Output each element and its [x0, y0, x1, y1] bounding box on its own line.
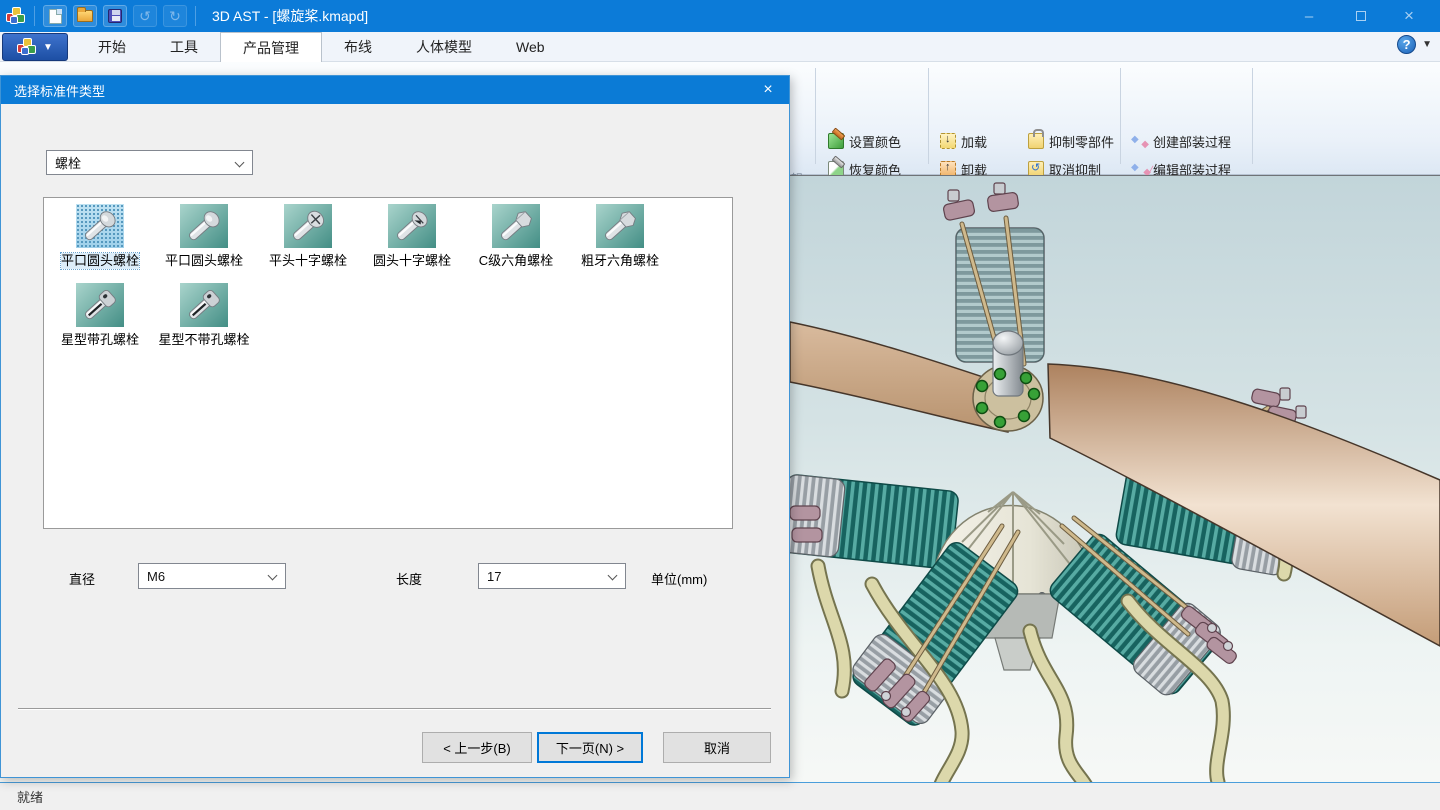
- unit-label: 单位(mm): [651, 569, 707, 588]
- ribbon-separator: [815, 68, 816, 164]
- length-label: 长度: [396, 569, 422, 588]
- suppress-icon: [1028, 133, 1044, 149]
- ribbon-separator: [1252, 68, 1253, 164]
- back-button[interactable]: < 上一步(B): [422, 732, 532, 763]
- close-button[interactable]: ×: [1386, 0, 1432, 32]
- bolt-thumbnail-icon: [596, 204, 644, 248]
- application-menu-button[interactable]: ▼: [2, 33, 68, 61]
- diameter-value: M6: [147, 569, 165, 584]
- maximize-button[interactable]: [1338, 0, 1384, 32]
- dialog-titlebar[interactable]: 选择标准件类型: [1, 76, 789, 104]
- window-titlebar: ↺ ↻ 3D AST - [螺旋桨.kmapd] – ×: [0, 0, 1440, 32]
- bolt-thumbnail-icon: [492, 204, 540, 248]
- bolt-thumbnail-icon: [180, 204, 228, 248]
- bolt-type-item[interactable]: C级六角螺栓: [464, 204, 568, 269]
- dialog-separator: [18, 708, 771, 709]
- tab-tools[interactable]: 工具: [148, 32, 220, 62]
- tab-web[interactable]: Web: [494, 32, 567, 62]
- tab-routing[interactable]: 布线: [322, 32, 394, 62]
- redo-icon: ↻: [169, 9, 181, 23]
- bolt-type-listbox: 平口圆头螺栓 平口圆头螺栓 平头十字螺栓 圆头十字螺栓 C级六角螺栓 粗牙六角螺…: [43, 197, 733, 529]
- chevron-down-icon: [608, 571, 618, 581]
- tab-start[interactable]: 开始: [76, 32, 148, 62]
- dialog-title: 选择标准件类型: [14, 81, 105, 100]
- tab-human-model[interactable]: 人体模型: [394, 32, 494, 62]
- redo-button[interactable]: ↻: [163, 5, 187, 27]
- chevron-down-icon[interactable]: ▼: [1422, 39, 1432, 50]
- chevron-down-icon: [235, 158, 245, 168]
- bolt-thumbnail-icon: [388, 204, 436, 248]
- ribbon-separator: [1120, 68, 1121, 164]
- maximize-icon: [1356, 11, 1366, 21]
- part-category-value: 螺栓: [55, 153, 81, 172]
- bolt-thumbnail-icon: [284, 204, 332, 248]
- divider: [195, 6, 196, 26]
- bolt-type-item[interactable]: 平口圆头螺栓: [152, 204, 256, 269]
- tab-product-management[interactable]: 产品管理: [220, 32, 322, 62]
- load-icon: [940, 133, 956, 149]
- bolt-type-item[interactable]: 平口圆头螺栓: [48, 204, 152, 269]
- app-logo-icon: [17, 38, 37, 56]
- open-file-button[interactable]: [73, 5, 97, 27]
- set-color-icon: [828, 133, 844, 149]
- bolt-type-item[interactable]: 星型不带孔螺栓: [152, 283, 256, 348]
- create-process-icon: [1132, 133, 1148, 149]
- app-logo-icon: [6, 7, 26, 25]
- save-floppy-icon: [108, 9, 122, 23]
- bolt-thumbnail-icon: [180, 283, 228, 327]
- length-value: 17: [487, 569, 501, 584]
- divider: [34, 6, 35, 26]
- ribbon-separator: [928, 68, 929, 164]
- diameter-select[interactable]: M6: [138, 563, 286, 589]
- create-assembly-process-button[interactable]: 创建部装过程: [1128, 128, 1235, 154]
- minimize-button[interactable]: –: [1286, 0, 1332, 32]
- dialog-close-button[interactable]: ×: [751, 76, 785, 104]
- bolt-type-item[interactable]: 星型带孔螺栓: [48, 283, 152, 348]
- length-select[interactable]: 17: [478, 563, 626, 589]
- part-category-select[interactable]: 螺栓: [46, 150, 253, 175]
- next-page-button[interactable]: 下一页(N) >: [537, 732, 643, 763]
- undo-icon: ↺: [139, 9, 151, 23]
- chevron-down-icon: ▼: [43, 42, 53, 53]
- cancel-button[interactable]: 取消: [663, 732, 771, 763]
- status-text: 就绪: [17, 787, 43, 806]
- ribbon-tab-row: ▼ 开始 工具 产品管理 布线 人体模型 Web ? ▼: [0, 32, 1440, 62]
- bolt-thumbnail-icon: [76, 283, 124, 327]
- status-bar: 就绪: [0, 782, 1440, 810]
- save-button[interactable]: [103, 5, 127, 27]
- chevron-down-icon: [268, 571, 278, 581]
- help-button[interactable]: ?: [1397, 35, 1416, 54]
- bolt-type-item[interactable]: 粗牙六角螺栓: [568, 204, 672, 269]
- new-file-button[interactable]: [43, 5, 67, 27]
- window-title: 3D AST - [螺旋桨.kmapd]: [212, 6, 368, 26]
- suppress-part-button[interactable]: 抑制零部件: [1024, 128, 1118, 154]
- open-folder-icon: [77, 10, 93, 22]
- set-color-button[interactable]: 设置颜色: [824, 128, 905, 154]
- diameter-label: 直径: [69, 569, 95, 588]
- undo-button[interactable]: ↺: [133, 5, 157, 27]
- bolt-type-item[interactable]: 圆头十字螺栓: [360, 204, 464, 269]
- new-page-icon: [49, 9, 62, 24]
- select-standard-part-dialog: 选择标准件类型 × 螺栓 平口圆头螺栓 平口圆头螺栓 平头十字螺栓 圆头十字螺栓: [0, 75, 790, 778]
- bolt-type-item[interactable]: 平头十字螺栓: [256, 204, 360, 269]
- bolt-thumbnail-icon: [76, 204, 124, 248]
- load-button[interactable]: 加载: [936, 128, 991, 154]
